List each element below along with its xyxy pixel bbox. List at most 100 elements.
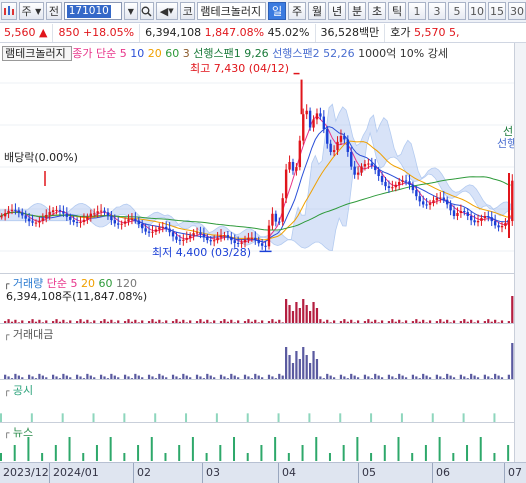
code-input[interactable]: 171010 (63, 2, 122, 20)
volume-bar (52, 321, 55, 323)
candle-body (274, 213, 278, 222)
amount-bar (154, 378, 158, 379)
news-marker (54, 445, 57, 461)
interval-15[interactable]: 15 (488, 2, 506, 20)
period-second[interactable]: 초 (368, 2, 386, 20)
period-month[interactable]: 월 (308, 2, 326, 20)
price-panel[interactable]: 램테크놀러지 종가 단순 5 10 20 60 3 선행스팬1 9,26 선행스… (0, 43, 514, 274)
period-tick[interactable]: 틱 (388, 2, 406, 20)
amount-bar (38, 373, 41, 379)
volume-bar (312, 302, 315, 323)
volume-info: 6,394,108 1,847.08% 45.02% (140, 23, 316, 42)
period-minute[interactable]: 분 (348, 2, 366, 20)
volume-bar (219, 321, 223, 323)
volume-bar (487, 319, 490, 323)
amount-bar (158, 373, 161, 379)
amount-bar (86, 373, 89, 379)
candle-body (305, 110, 308, 115)
sound-button[interactable]: ◀ ▼ (155, 2, 178, 20)
all-button[interactable]: 전 (46, 2, 62, 20)
axis-tick (432, 463, 433, 483)
amount-bar (363, 374, 367, 379)
interval-30[interactable]: 30 (508, 2, 526, 20)
volume-bar (209, 322, 212, 323)
candle-body (0, 216, 3, 218)
candle-body (428, 203, 432, 205)
news-panel[interactable]: ┌ 뉴스 (0, 423, 514, 462)
disclosure-marker (493, 413, 496, 422)
volume-chart[interactable] (0, 274, 514, 324)
volume-bar (154, 321, 158, 323)
interval-10[interactable]: 10 (468, 2, 486, 20)
candle-body (7, 210, 10, 214)
amount-bar (271, 376, 274, 379)
amount-bar (302, 347, 305, 379)
volume-bar (58, 321, 62, 323)
chevron-down-icon: ▼ (35, 6, 42, 16)
volume-bar (254, 319, 257, 323)
candle-body (164, 226, 168, 229)
toolbar: 주 ▼ 전 171010 ▼ ◀ ▼ 코 램테크놀러지 일 주 월 년 분 초 틱… (0, 0, 526, 23)
interval-1[interactable]: 1 (408, 2, 426, 20)
code-value: 171010 (66, 4, 111, 18)
interval-3[interactable]: 3 (428, 2, 446, 20)
right-scale-column[interactable] (514, 43, 526, 463)
market-select[interactable]: 주 ▼ (18, 2, 45, 20)
disclosure-marker (154, 413, 157, 422)
candle-body (106, 212, 110, 216)
chart-type-icon[interactable] (1, 2, 17, 20)
current-price: 5,560 ▲ (0, 23, 54, 42)
volume-bar (45, 320, 48, 323)
volume-bar (494, 319, 497, 323)
code-dropdown-button[interactable]: ▼ (123, 2, 138, 20)
period-week[interactable]: 주 (288, 2, 306, 20)
news-marker (27, 437, 30, 461)
candle-body (199, 232, 202, 235)
disclosure-panel[interactable]: ┌ 공시 (0, 380, 514, 423)
search-button[interactable] (139, 2, 154, 20)
amount-bar (374, 373, 377, 379)
volume-bar (151, 319, 154, 323)
amount-bar (106, 378, 110, 379)
volume-bar (459, 321, 462, 323)
volume-bar (452, 320, 456, 323)
volume-bar (288, 305, 291, 323)
candle-body (38, 220, 41, 223)
amount-bar (7, 376, 10, 379)
date-axis[interactable]: 2023/12 2024/01 02 03 04 05 06 07 (0, 462, 526, 483)
volume-bar (418, 321, 421, 323)
candle-body (278, 221, 281, 223)
news-chart[interactable] (0, 423, 514, 462)
amount-bar (79, 376, 82, 379)
amount-bar (391, 376, 394, 379)
candle-body (48, 212, 51, 215)
volume-bar (356, 320, 360, 323)
candle-body (500, 225, 504, 228)
volume-bar (123, 321, 127, 323)
volume-bar (500, 320, 504, 323)
period-day[interactable]: 일 (268, 2, 286, 20)
amount-bar (141, 377, 144, 379)
volume-bar (370, 321, 373, 323)
volume-bar (195, 321, 199, 323)
volume-bar (137, 322, 140, 323)
news-marker (438, 437, 441, 461)
volume-bar (367, 319, 370, 323)
candle-body (332, 150, 336, 153)
stock-name-field[interactable]: 램테크놀러지 (197, 2, 266, 20)
volume-bar (250, 321, 253, 323)
candle-body (360, 166, 363, 173)
candle-body (161, 226, 164, 228)
candle-body (384, 181, 387, 187)
news-marker (507, 445, 510, 461)
amount-chart[interactable] (0, 324, 514, 380)
code-prefix-button[interactable]: 코 (179, 2, 196, 20)
amount-panel[interactable]: ┌ 거래대금 (0, 324, 514, 380)
amount-bar (45, 377, 48, 379)
volume-panel[interactable]: ┌ 거래량 단순 5 20 60 120 6,394,108주(11,847.0… (0, 274, 514, 324)
disclosure-chart[interactable] (0, 380, 514, 423)
interval-5[interactable]: 5 (448, 2, 466, 20)
period-year[interactable]: 년 (328, 2, 346, 20)
news-marker (41, 453, 44, 461)
candle-body (421, 201, 425, 205)
